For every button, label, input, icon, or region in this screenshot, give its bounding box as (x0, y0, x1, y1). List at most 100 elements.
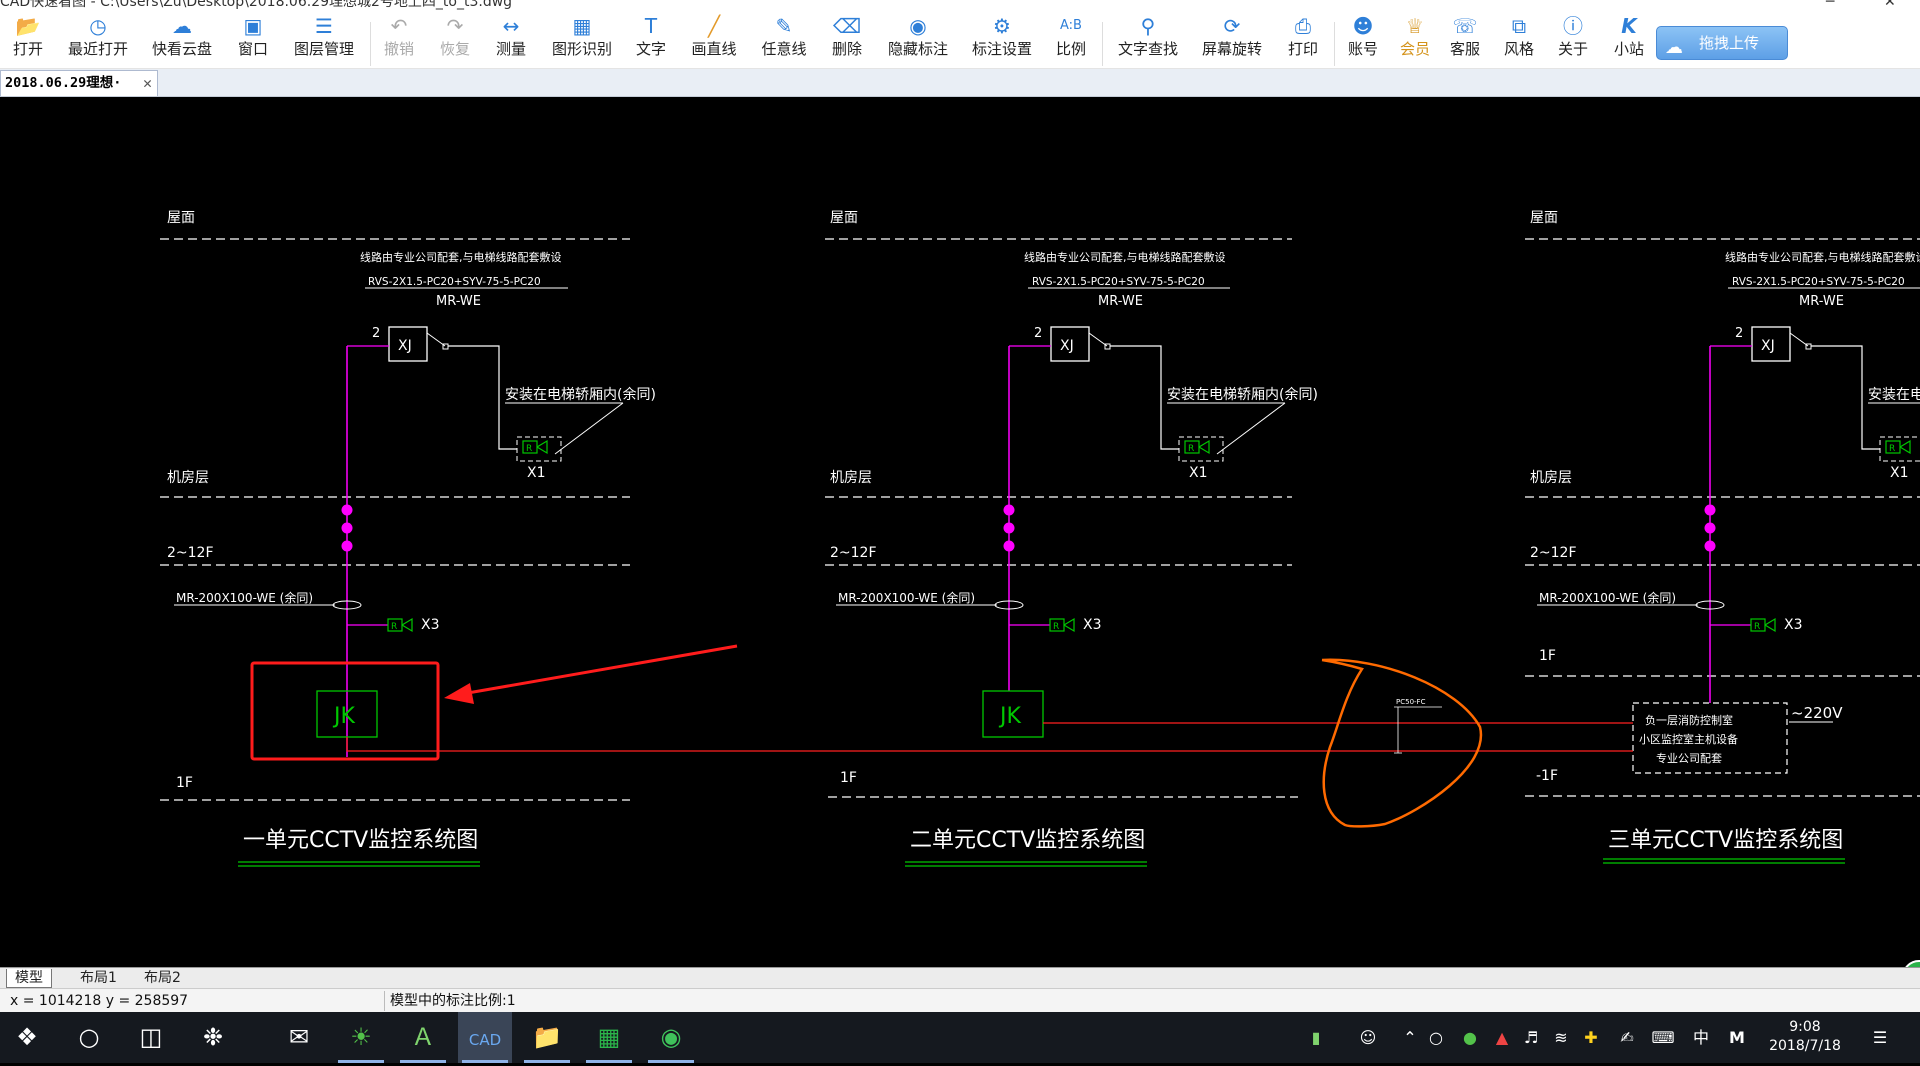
rotate-button[interactable]: ⟳ 屏幕旋转 (1200, 12, 1264, 68)
close-window-button[interactable]: ✕ (1884, 0, 1896, 10)
taskbar-app-explorer[interactable]: 📁 (520, 1012, 574, 1063)
control-room-line-3: 专业公司配套 (1656, 751, 1722, 765)
wechat-tray-icon[interactable]: ○ (1426, 1012, 1446, 1063)
ime-mode-indicator[interactable]: M (1726, 1012, 1748, 1063)
tab-layout2[interactable]: 布局2 (136, 969, 189, 987)
cable-note: 线路由专业公司配套,与电梯线路配套敷设 (360, 250, 562, 264)
dim-settings-button[interactable]: ⚙ 标注设置 (970, 12, 1034, 68)
upload-button[interactable]: ☁ 拖拽上传 (1656, 26, 1788, 60)
recent-button[interactable]: ◷ 最近打开 (66, 12, 130, 68)
station-button[interactable]: K 小站 (1612, 12, 1646, 68)
cable-spec: RVS-2X1.5-PC20+SYV-75-5-PC20 (1732, 276, 1905, 288)
vip-button[interactable]: ♕ 会员 (1398, 12, 1432, 68)
start-button[interactable]: ❖ (0, 1012, 54, 1063)
scale-button[interactable]: A:B 比例 (1054, 12, 1088, 68)
svg-text:R: R (1053, 622, 1059, 632)
taskbar-app-wechat[interactable]: ◉ (644, 1012, 698, 1063)
clock-date: 2018/7/18 (1769, 1038, 1841, 1054)
delete-button[interactable]: ⌫ 删除 (830, 12, 864, 68)
text-icon: T (644, 14, 658, 38)
open-button[interactable]: 📂 打开 (8, 12, 48, 68)
find-text-button[interactable]: ⚲ 文字查找 (1116, 12, 1180, 68)
taskbar-app-browser[interactable]: ☀ (334, 1012, 388, 1063)
svg-text:R: R (526, 444, 532, 454)
eye-icon: ◉ (909, 14, 927, 38)
plus-tray-icon[interactable]: ✚ (1580, 1012, 1602, 1063)
headset-icon: ☏ (1452, 14, 1478, 38)
close-tab-icon[interactable]: ✕ (143, 71, 152, 96)
about-button[interactable]: ⓘ 关于 (1556, 12, 1590, 68)
redo-icon: ↷ (446, 14, 464, 38)
clock[interactable]: 9:08 2018/7/18 (1760, 1018, 1850, 1056)
document-tab-strip: 2018.06.29理想· ✕ (0, 69, 1920, 97)
taskbar-app-pinwheel[interactable]: ❉ (186, 1012, 240, 1063)
wechat-icon: ◉ (660, 1023, 682, 1051)
undo-button[interactable]: ↶ 撤销 (382, 12, 416, 68)
jk-label: JK (998, 704, 1021, 729)
line-button[interactable]: ╱ 画直线 (690, 12, 738, 68)
toolbar-divider (370, 22, 371, 66)
taskbar-app-editor[interactable]: Ａ (396, 1012, 450, 1063)
count-label: 2 (1735, 326, 1743, 341)
browser-tray-icon[interactable]: ● (1460, 1012, 1480, 1063)
circle-icon: ○ (78, 1023, 100, 1051)
mid-label: PC50-FC (1396, 698, 1426, 706)
shape-recognize-button[interactable]: ▦ 图形识别 (550, 12, 614, 68)
chevron-up-icon[interactable]: ⌃ (1400, 1012, 1420, 1063)
main-toolbar: 📂 打开 ◷ 最近打开 ☁ 快看云盘 ▣ 窗口 ☰ 图层管理 ↶ 撤销 ↷ 恢复… (0, 10, 1920, 69)
drawing-canvas[interactable]: 屋面 线路由专业公司配套,与电梯线路配套敷设 RVS-2X1.5-PC20+SY… (0, 97, 1920, 967)
count-label: 2 (1034, 326, 1042, 341)
cortana-button[interactable]: ○ (62, 1012, 116, 1063)
measure-button[interactable]: ↔ 测量 (494, 12, 528, 68)
redo-button[interactable]: ↷ 恢复 (438, 12, 472, 68)
rotate-icon: ⟳ (1223, 14, 1241, 38)
pen-tray-icon[interactable]: ✍ (1616, 1012, 1638, 1063)
ime-indicator[interactable]: 中 (1690, 1012, 1712, 1063)
app-tray-icon[interactable]: ▲ (1492, 1012, 1512, 1063)
document-tab[interactable]: 2018.06.29理想· ✕ (0, 70, 158, 96)
taskbar-app-cad[interactable]: CAD (458, 1012, 512, 1063)
text-button[interactable]: T 文字 (634, 12, 668, 68)
layers-button[interactable]: ☰ 图层管理 (292, 12, 356, 68)
station-icon: K (1621, 14, 1637, 38)
document-tab-label: 2018.06.29理想· (5, 75, 122, 91)
print-button[interactable]: ⎙ 打印 (1286, 12, 1320, 68)
taskbar-app-excel[interactable]: ▦ (582, 1012, 636, 1063)
camera-x3: R (1750, 617, 1776, 633)
style-button[interactable]: ⧉ 风格 (1502, 12, 1536, 68)
task-view-button[interactable]: ◫ (124, 1012, 178, 1063)
roof-label: 屋面 (167, 210, 195, 226)
taskbar-app-mail[interactable]: ✉ (272, 1012, 326, 1063)
window-button[interactable]: ▣ 窗口 (236, 12, 270, 68)
tab-model[interactable]: 模型 (6, 969, 52, 988)
tab-layout1[interactable]: 布局1 (72, 969, 125, 987)
folder-icon: 📂 (15, 14, 41, 38)
service-button[interactable]: ☏ 客服 (1448, 12, 1482, 68)
people-icon[interactable]: ☺ (1356, 1012, 1380, 1063)
info-icon: ⓘ (1563, 14, 1583, 38)
battery-icon[interactable]: ▮ (1304, 1012, 1328, 1063)
roof-label: 屋面 (1530, 210, 1558, 226)
keyboard-icon[interactable]: ⌨ (1648, 1012, 1678, 1063)
power-label: ~220V (1791, 704, 1843, 722)
freehand-circle (1321, 658, 1483, 828)
volume-icon[interactable]: ♬ (1520, 1012, 1542, 1063)
svg-text:R: R (1188, 444, 1194, 454)
minimize-button[interactable]: ─ (1826, 0, 1834, 10)
account-button[interactable]: ☻ 账号 (1346, 12, 1380, 68)
machine-room-label: 机房层 (1530, 470, 1572, 486)
dimension-scale-info: 模型中的标注比例:1 (390, 993, 516, 1009)
unit-title: 一单元CCTV监控系统图 (243, 828, 478, 853)
cable-note: 线路由专业公司配套,与电梯线路配套敷设 (1725, 250, 1920, 264)
cloud-button[interactable]: ☁ 快看云盘 (150, 12, 214, 68)
notification-icon[interactable]: ☰ (1866, 1012, 1894, 1063)
wifi-icon[interactable]: ≋ (1550, 1012, 1572, 1063)
ground-label: 1F (176, 775, 193, 791)
hide-dim-button[interactable]: ◉ 隐藏标注 (886, 12, 950, 68)
style-icon: ⧉ (1511, 14, 1527, 38)
camera-x1: R (1184, 439, 1210, 455)
freeline-button[interactable]: ✎ 任意线 (760, 12, 808, 68)
mr-label: MR-WE (1799, 294, 1844, 309)
toolbar-divider (1334, 22, 1335, 66)
folder-icon: 📁 (532, 1023, 562, 1051)
